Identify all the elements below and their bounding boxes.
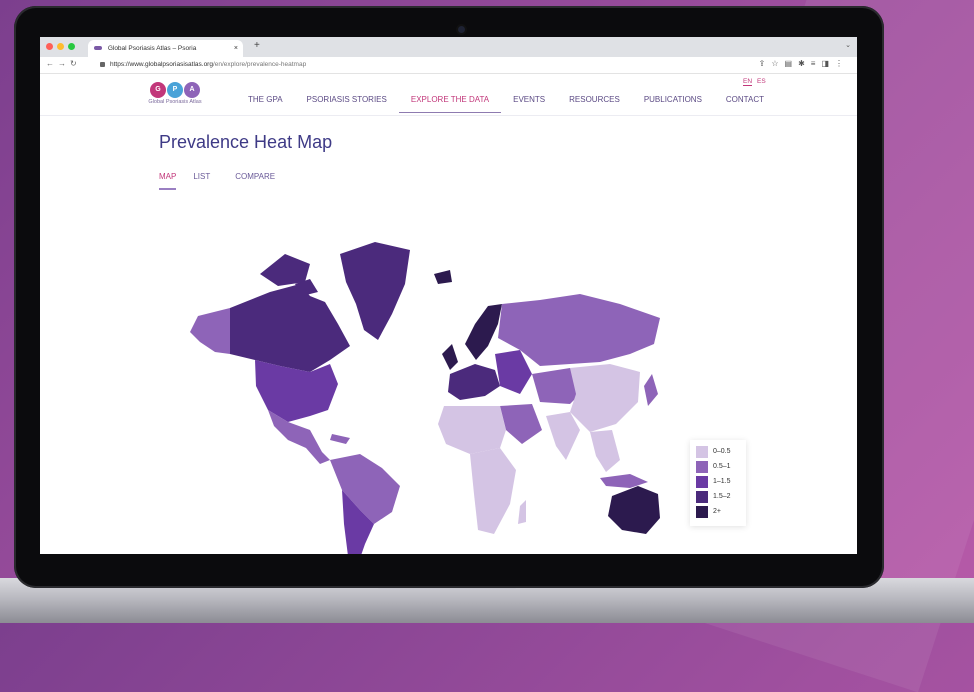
nav-events[interactable]: EVENTS (501, 94, 557, 113)
region-greenland[interactable] (340, 242, 410, 340)
tab-list[interactable]: LIST (193, 172, 210, 190)
legend-label: 0.5–1 (713, 463, 731, 470)
region-canada[interactable] (230, 284, 350, 372)
nav-contact[interactable]: CONTACT (714, 94, 776, 113)
region-indonesia[interactable] (600, 474, 648, 488)
legend-swatch (696, 460, 708, 473)
page-title: Prevalence Heat Map (159, 132, 333, 152)
playlist-icon[interactable]: ≡ (811, 59, 822, 68)
language-switcher: EN ES (743, 78, 766, 86)
region-middle-east[interactable] (500, 404, 542, 444)
nav-publications[interactable]: PUBLICATIONS (632, 94, 714, 113)
camera (458, 26, 465, 33)
logo-circle: G (150, 82, 166, 98)
legend-swatch (696, 505, 708, 518)
region-iceland[interactable] (434, 270, 452, 284)
legend-label: 0–0.5 (713, 448, 731, 455)
legend-label: 2+ (713, 508, 721, 515)
logo-circle: P (167, 82, 183, 98)
bookmark-star-icon[interactable]: ☆ (771, 59, 784, 68)
legend-label: 1–1.5 (713, 478, 731, 485)
lang-es-link[interactable]: ES (757, 78, 766, 86)
address-bar-row: ←→↻ https://www.globalpsoriasisatlas.org… (40, 57, 857, 74)
url-path: /en/explore/prevalence-heatmap (212, 61, 307, 68)
region-europe-east[interactable] (495, 350, 532, 394)
region-madagascar[interactable] (518, 500, 526, 524)
window-controls (46, 43, 75, 50)
region-europe-west[interactable] (448, 364, 500, 400)
header-divider (40, 115, 857, 116)
region-china[interactable] (570, 364, 640, 432)
more-menu-icon[interactable]: ⋮ (835, 59, 849, 68)
logo-text: Global Psoriasis Atlas (148, 99, 202, 105)
tab-title: Global Psoriasis Atlas – Psoria (107, 45, 197, 52)
maximize-window-button[interactable] (68, 43, 75, 50)
nav-explore-the-data[interactable]: EXPLORE THE DATA (398, 94, 502, 113)
browser-tab[interactable]: Global Psoriasis Atlas – Psoria × (88, 40, 243, 57)
region-australia[interactable] (608, 486, 660, 534)
lang-en-link[interactable]: EN (743, 78, 753, 86)
legend-item: 2+ (696, 504, 740, 519)
legend-swatch (696, 445, 708, 458)
region-north-africa[interactable] (438, 406, 506, 454)
main-nav: THE GPA PSORIASIS STORIES EXPLORE THE DA… (236, 94, 776, 113)
website: G P A Global Psoriasis Atlas EN ES THE G… (40, 74, 857, 554)
nav-the-gpa[interactable]: THE GPA (236, 94, 295, 113)
legend-item: 1.5–2 (696, 489, 740, 504)
legend-swatch (696, 490, 708, 503)
site-logo[interactable]: G P A Global Psoriasis Atlas (147, 82, 203, 105)
region-alaska[interactable] (190, 308, 230, 354)
nav-resources[interactable]: RESOURCES (557, 94, 632, 113)
extensions-icon[interactable]: ✱ (798, 59, 811, 68)
new-tab-icon[interactable]: + (254, 40, 260, 51)
browser-toolbar: ⇪☆▤✱≡◨⋮ (759, 59, 849, 68)
tab-map[interactable]: MAP (159, 172, 177, 190)
tab-compare[interactable]: COMPARE (235, 172, 275, 190)
world-heat-map[interactable] (160, 234, 660, 554)
browser-tab-bar: Global Psoriasis Atlas – Psoria × + ⌄ (40, 37, 857, 57)
logo-circle: A (184, 82, 200, 98)
region-japan[interactable] (644, 374, 658, 406)
region-south-america-north[interactable] (330, 454, 400, 524)
legend-label: 1.5–2 (713, 493, 731, 500)
map-legend: 0–0.5 0.5–1 1–1.5 1.5–2 2+ (690, 440, 746, 526)
reload-icon[interactable]: ↻ (70, 59, 81, 68)
sidebar-icon[interactable]: ◨ (821, 59, 835, 68)
back-icon[interactable]: ← (46, 59, 58, 68)
legend-swatch (696, 475, 708, 488)
close-tab-icon[interactable]: × (234, 40, 238, 57)
navigation-buttons: ←→↻ (46, 59, 81, 68)
region-sub-saharan-africa[interactable] (470, 448, 516, 534)
share-icon[interactable]: ⇪ (759, 59, 772, 68)
region-uk[interactable] (442, 344, 458, 370)
region-caribbean[interactable] (330, 434, 350, 444)
view-tabs: MAP LIST COMPARE (159, 172, 300, 190)
url-input[interactable]: https://www.globalpsoriasisatlas.org/en/… (100, 59, 770, 71)
screen: Global Psoriasis Atlas – Psoria × + ⌄ ←→… (40, 37, 857, 554)
lock-icon (100, 61, 105, 67)
chevron-down-icon[interactable]: ⌄ (845, 41, 851, 49)
favicon-icon (94, 46, 102, 51)
close-window-button[interactable] (46, 43, 53, 50)
region-southeast-asia[interactable] (590, 430, 620, 472)
legend-item: 1–1.5 (696, 474, 740, 489)
forward-icon[interactable]: → (58, 59, 70, 68)
region-india[interactable] (546, 412, 580, 460)
region-scandinavia[interactable] (465, 304, 502, 360)
url-host: https://www.globalpsoriasisatlas.org (110, 61, 213, 68)
region-arctic-islands[interactable] (260, 254, 310, 286)
minimize-window-button[interactable] (57, 43, 64, 50)
legend-item: 0–0.5 (696, 444, 740, 459)
nav-psoriasis-stories[interactable]: PSORIASIS STORIES (295, 94, 399, 113)
reader-icon[interactable]: ▤ (785, 59, 799, 68)
legend-item: 0.5–1 (696, 459, 740, 474)
